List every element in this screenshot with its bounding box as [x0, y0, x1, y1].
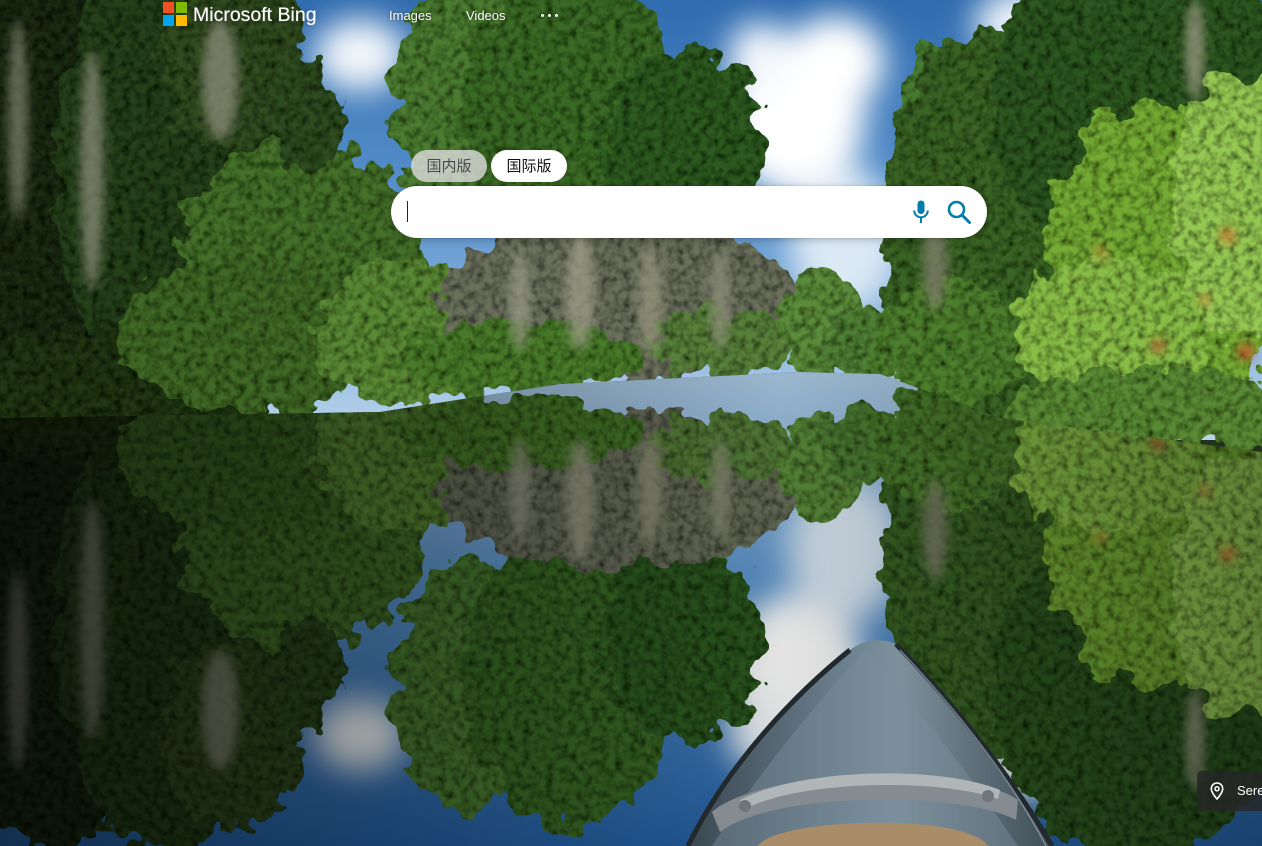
nav-videos-link[interactable]: Videos: [466, 7, 506, 25]
logo-square-yellow: [176, 15, 187, 26]
search-submit-button[interactable]: [946, 199, 972, 225]
text-caret: [407, 201, 408, 222]
background-photo: [0, 0, 1262, 846]
nav-images-link[interactable]: Images: [389, 7, 432, 25]
image-location-label: Sere: [1237, 783, 1262, 798]
tab-china-edition[interactable]: 国内版: [411, 150, 487, 182]
search-icon: [947, 200, 971, 224]
image-info-button[interactable]: Sere: [1197, 771, 1262, 811]
logo-square-red: [163, 2, 174, 13]
map-pin-icon: [1210, 782, 1224, 800]
search-input[interactable]: [407, 196, 897, 228]
logo-square-blue: [163, 15, 174, 26]
voice-search-button[interactable]: [911, 199, 931, 225]
microphone-icon: [913, 200, 929, 223]
bing-homepage: Microsoft Bing Images Videos 国内版 国际版 Ser…: [0, 0, 1262, 846]
logo-square-green: [176, 2, 187, 13]
more-dots-icon: [538, 8, 562, 24]
microsoft-logo-icon[interactable]: [163, 2, 187, 26]
edition-tabs: 国内版 国际版: [411, 150, 567, 182]
brand-name[interactable]: Microsoft Bing: [193, 1, 317, 29]
tab-international-edition[interactable]: 国际版: [491, 150, 567, 182]
more-menu-button[interactable]: [538, 8, 562, 24]
search-box: [391, 186, 987, 238]
